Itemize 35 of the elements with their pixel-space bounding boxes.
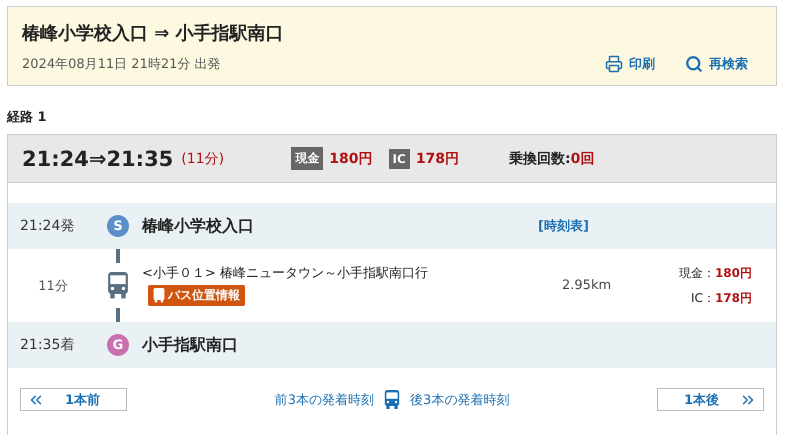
fare-price: 178円 <box>416 150 460 168</box>
timetable-link[interactable]: [時刻表] <box>538 217 589 235</box>
search-again-link[interactable]: 再検索 <box>685 55 748 73</box>
previous-button[interactable]: 1本前 <box>20 388 127 411</box>
stop-name: 椿峰小学校入口 <box>142 216 255 236</box>
print-link[interactable]: 印刷 <box>605 55 655 73</box>
transfer-label: 乗換回数: <box>509 150 571 168</box>
segment-distance: 2.95km <box>562 278 612 293</box>
bus-icon <box>107 272 129 299</box>
stop-time: 21:35着 <box>19 336 76 354</box>
bus-icon <box>384 390 400 410</box>
next-button[interactable]: 1本後 <box>657 388 764 411</box>
search-icon <box>685 55 703 73</box>
bus-icon <box>153 288 165 303</box>
fare-price: 180円 <box>329 150 373 168</box>
next-times-link[interactable]: 後3本の発着時刻 <box>410 390 510 408</box>
fare-tag: IC <box>388 148 410 168</box>
stop-marker: G <box>107 334 129 356</box>
printer-icon <box>605 55 623 73</box>
fare-tag: 現金 <box>291 147 324 170</box>
route-times: 21:24⇒21:35 <box>22 146 174 170</box>
bus-location-button[interactable]: バス位置情報 <box>148 285 245 306</box>
route-duration: (11分) <box>181 150 226 168</box>
segment-fare: IC：178円 <box>691 290 752 306</box>
segment-fare: 現金：180円 <box>678 264 752 282</box>
bus-line-name: <小手０１> 椿峰ニュータウン～小手指駅南口行 <box>142 265 429 282</box>
route-label: 経路 1 <box>7 109 48 126</box>
stop-time: 21:24発 <box>19 217 76 235</box>
route-title: 椿峰小学校入口 ⇒ 小手指駅南口 <box>22 22 285 45</box>
stop-name: 小手指駅南口 <box>142 334 239 356</box>
previous-times-link[interactable]: 前3本の発着時刻 <box>274 390 374 408</box>
segment-duration: 11分 <box>37 278 69 294</box>
stop-marker: S <box>107 215 129 237</box>
transfer-count: 0回 <box>570 150 594 168</box>
departure-datetime: 2024年08月11日 21時21分 出発 <box>22 56 221 73</box>
